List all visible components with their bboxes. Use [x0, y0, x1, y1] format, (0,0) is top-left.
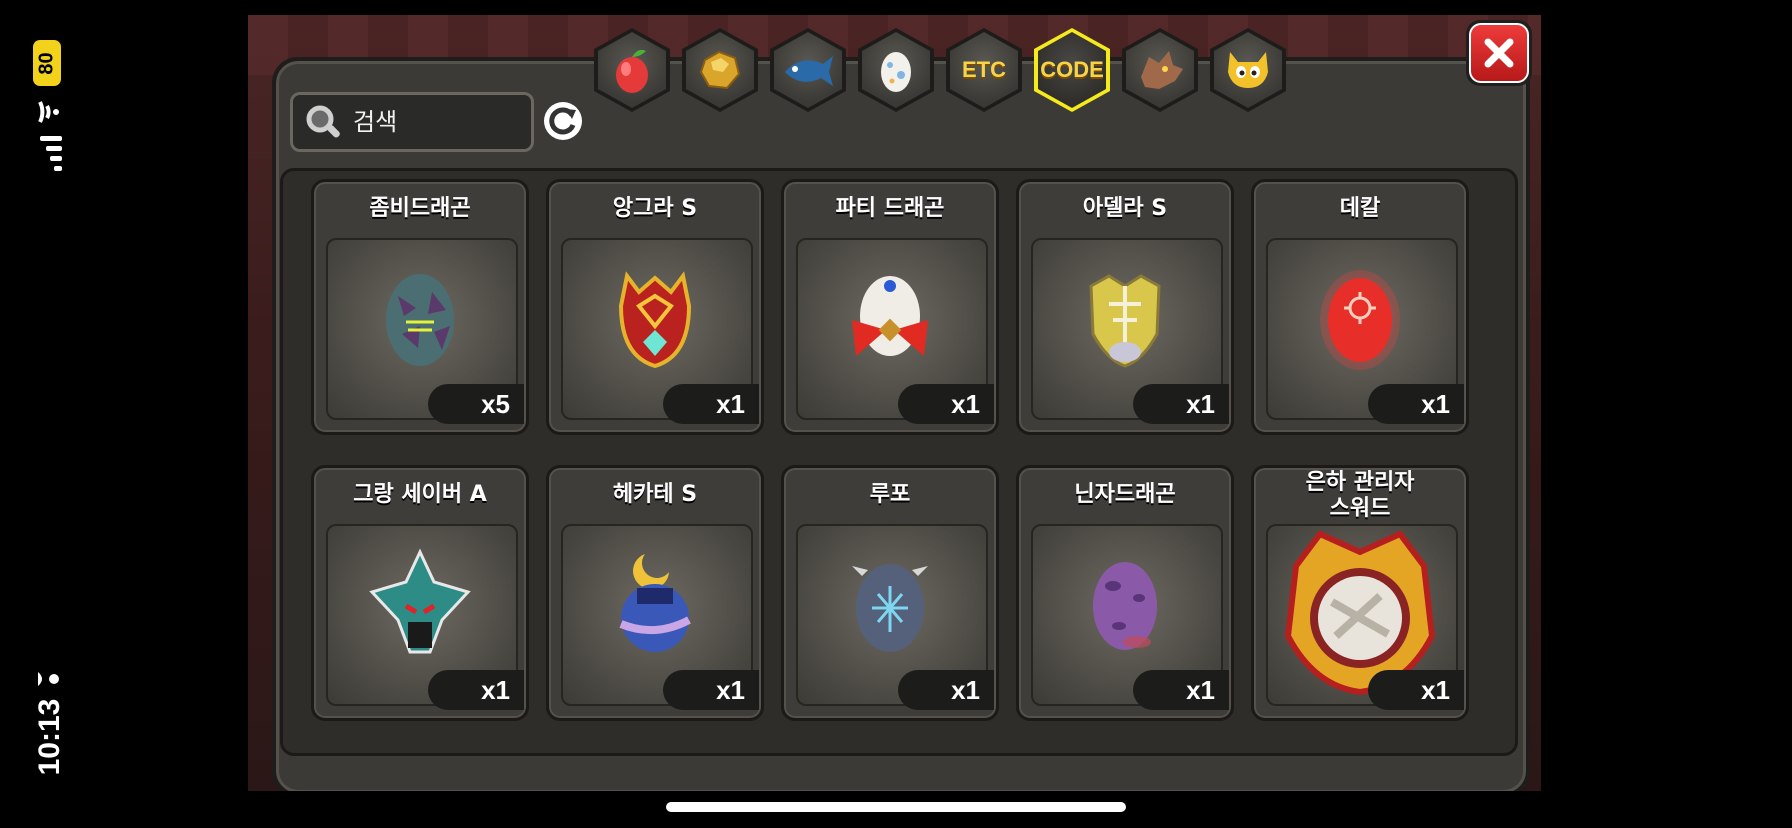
grand-saber-egg-icon	[369, 548, 471, 654]
battery-indicator: 80	[33, 40, 61, 86]
item-card[interactable]: 앙그라 S x1	[546, 179, 764, 435]
item-name: 앙그라 S	[612, 196, 698, 221]
item-card[interactable]: 좀비드래곤 x5	[311, 179, 529, 435]
item-card[interactable]: 은하 관리자 스워드 x1	[1251, 465, 1469, 721]
battery-level: 80	[35, 51, 58, 75]
zombie-dragon-egg-icon	[386, 274, 454, 366]
tab-code-label: CODE	[1040, 57, 1104, 82]
item-name: 아델라 S	[1082, 196, 1168, 221]
item-name: 루포	[869, 482, 911, 507]
home-indicator[interactable]	[666, 802, 1126, 812]
item-name: 좀비드래곤	[369, 196, 471, 221]
item-quantity: x1	[1133, 384, 1229, 424]
fruit-icon	[616, 49, 648, 93]
item-quantity: x1	[428, 670, 524, 710]
yellow-monster-icon	[1228, 52, 1268, 88]
item-card[interactable]: 아델라 S x1	[1016, 179, 1234, 435]
item-quantity: x1	[663, 384, 759, 424]
item-quantity: x5	[428, 384, 524, 424]
decal-egg-icon	[1320, 270, 1400, 370]
item-quantity: x1	[1368, 670, 1464, 710]
wifi-icon	[38, 101, 59, 123]
egg-icon	[881, 52, 911, 92]
close-button[interactable]	[1466, 20, 1532, 86]
item-quantity: x1	[898, 670, 994, 710]
item-card[interactable]: 닌자드래곤 x1	[1016, 465, 1234, 721]
item-card[interactable]: 그랑 세이버 A x1	[311, 465, 529, 721]
hecate-egg-icon	[619, 554, 691, 652]
item-name: 닌자드래곤	[1074, 482, 1176, 507]
person-icon	[38, 672, 59, 686]
clock: 10:13	[33, 698, 66, 776]
item-name: 파티 드래곤	[835, 196, 945, 221]
adela-egg-icon	[1089, 274, 1161, 368]
tab-etc-label: ETC	[962, 57, 1006, 82]
search-input[interactable]	[351, 107, 525, 137]
lupo-egg-icon	[852, 564, 928, 652]
refresh-icon[interactable]	[542, 100, 584, 142]
status-bar: 80 10:13	[0, 0, 100, 828]
item-name: 헤카테 S	[612, 482, 698, 507]
item-name: 데칼	[1339, 196, 1381, 221]
item-quantity: x1	[1368, 384, 1464, 424]
item-card[interactable]: 루포 x1	[781, 465, 999, 721]
item-card[interactable]: 데칼 x1	[1251, 179, 1469, 435]
item-card[interactable]: 파티 드래곤 x1	[781, 179, 999, 435]
item-grid: 좀비드래곤 x5 앙그라 S x1 파티 드래곤 x1 아델라 S x1 데칼 …	[280, 168, 1518, 756]
dragon-head-icon	[1141, 51, 1183, 89]
signal-icon	[40, 136, 62, 171]
gold-nugget-icon	[699, 50, 741, 90]
search-box[interactable]	[290, 92, 534, 152]
item-quantity: x1	[898, 384, 994, 424]
party-dragon-egg-icon	[852, 276, 928, 356]
ninja-dragon-egg-icon	[1093, 562, 1157, 650]
item-quantity: x1	[663, 670, 759, 710]
item-card[interactable]: 헤카테 S x1	[546, 465, 764, 721]
item-quantity: x1	[1133, 670, 1229, 710]
fish-icon	[785, 56, 833, 86]
close-icon	[1484, 38, 1514, 68]
item-name: 은하 관리자 스워드	[1305, 470, 1415, 521]
angra-egg-icon	[618, 271, 692, 369]
item-name: 그랑 세이버 A	[353, 482, 487, 507]
search-icon	[306, 105, 340, 138]
